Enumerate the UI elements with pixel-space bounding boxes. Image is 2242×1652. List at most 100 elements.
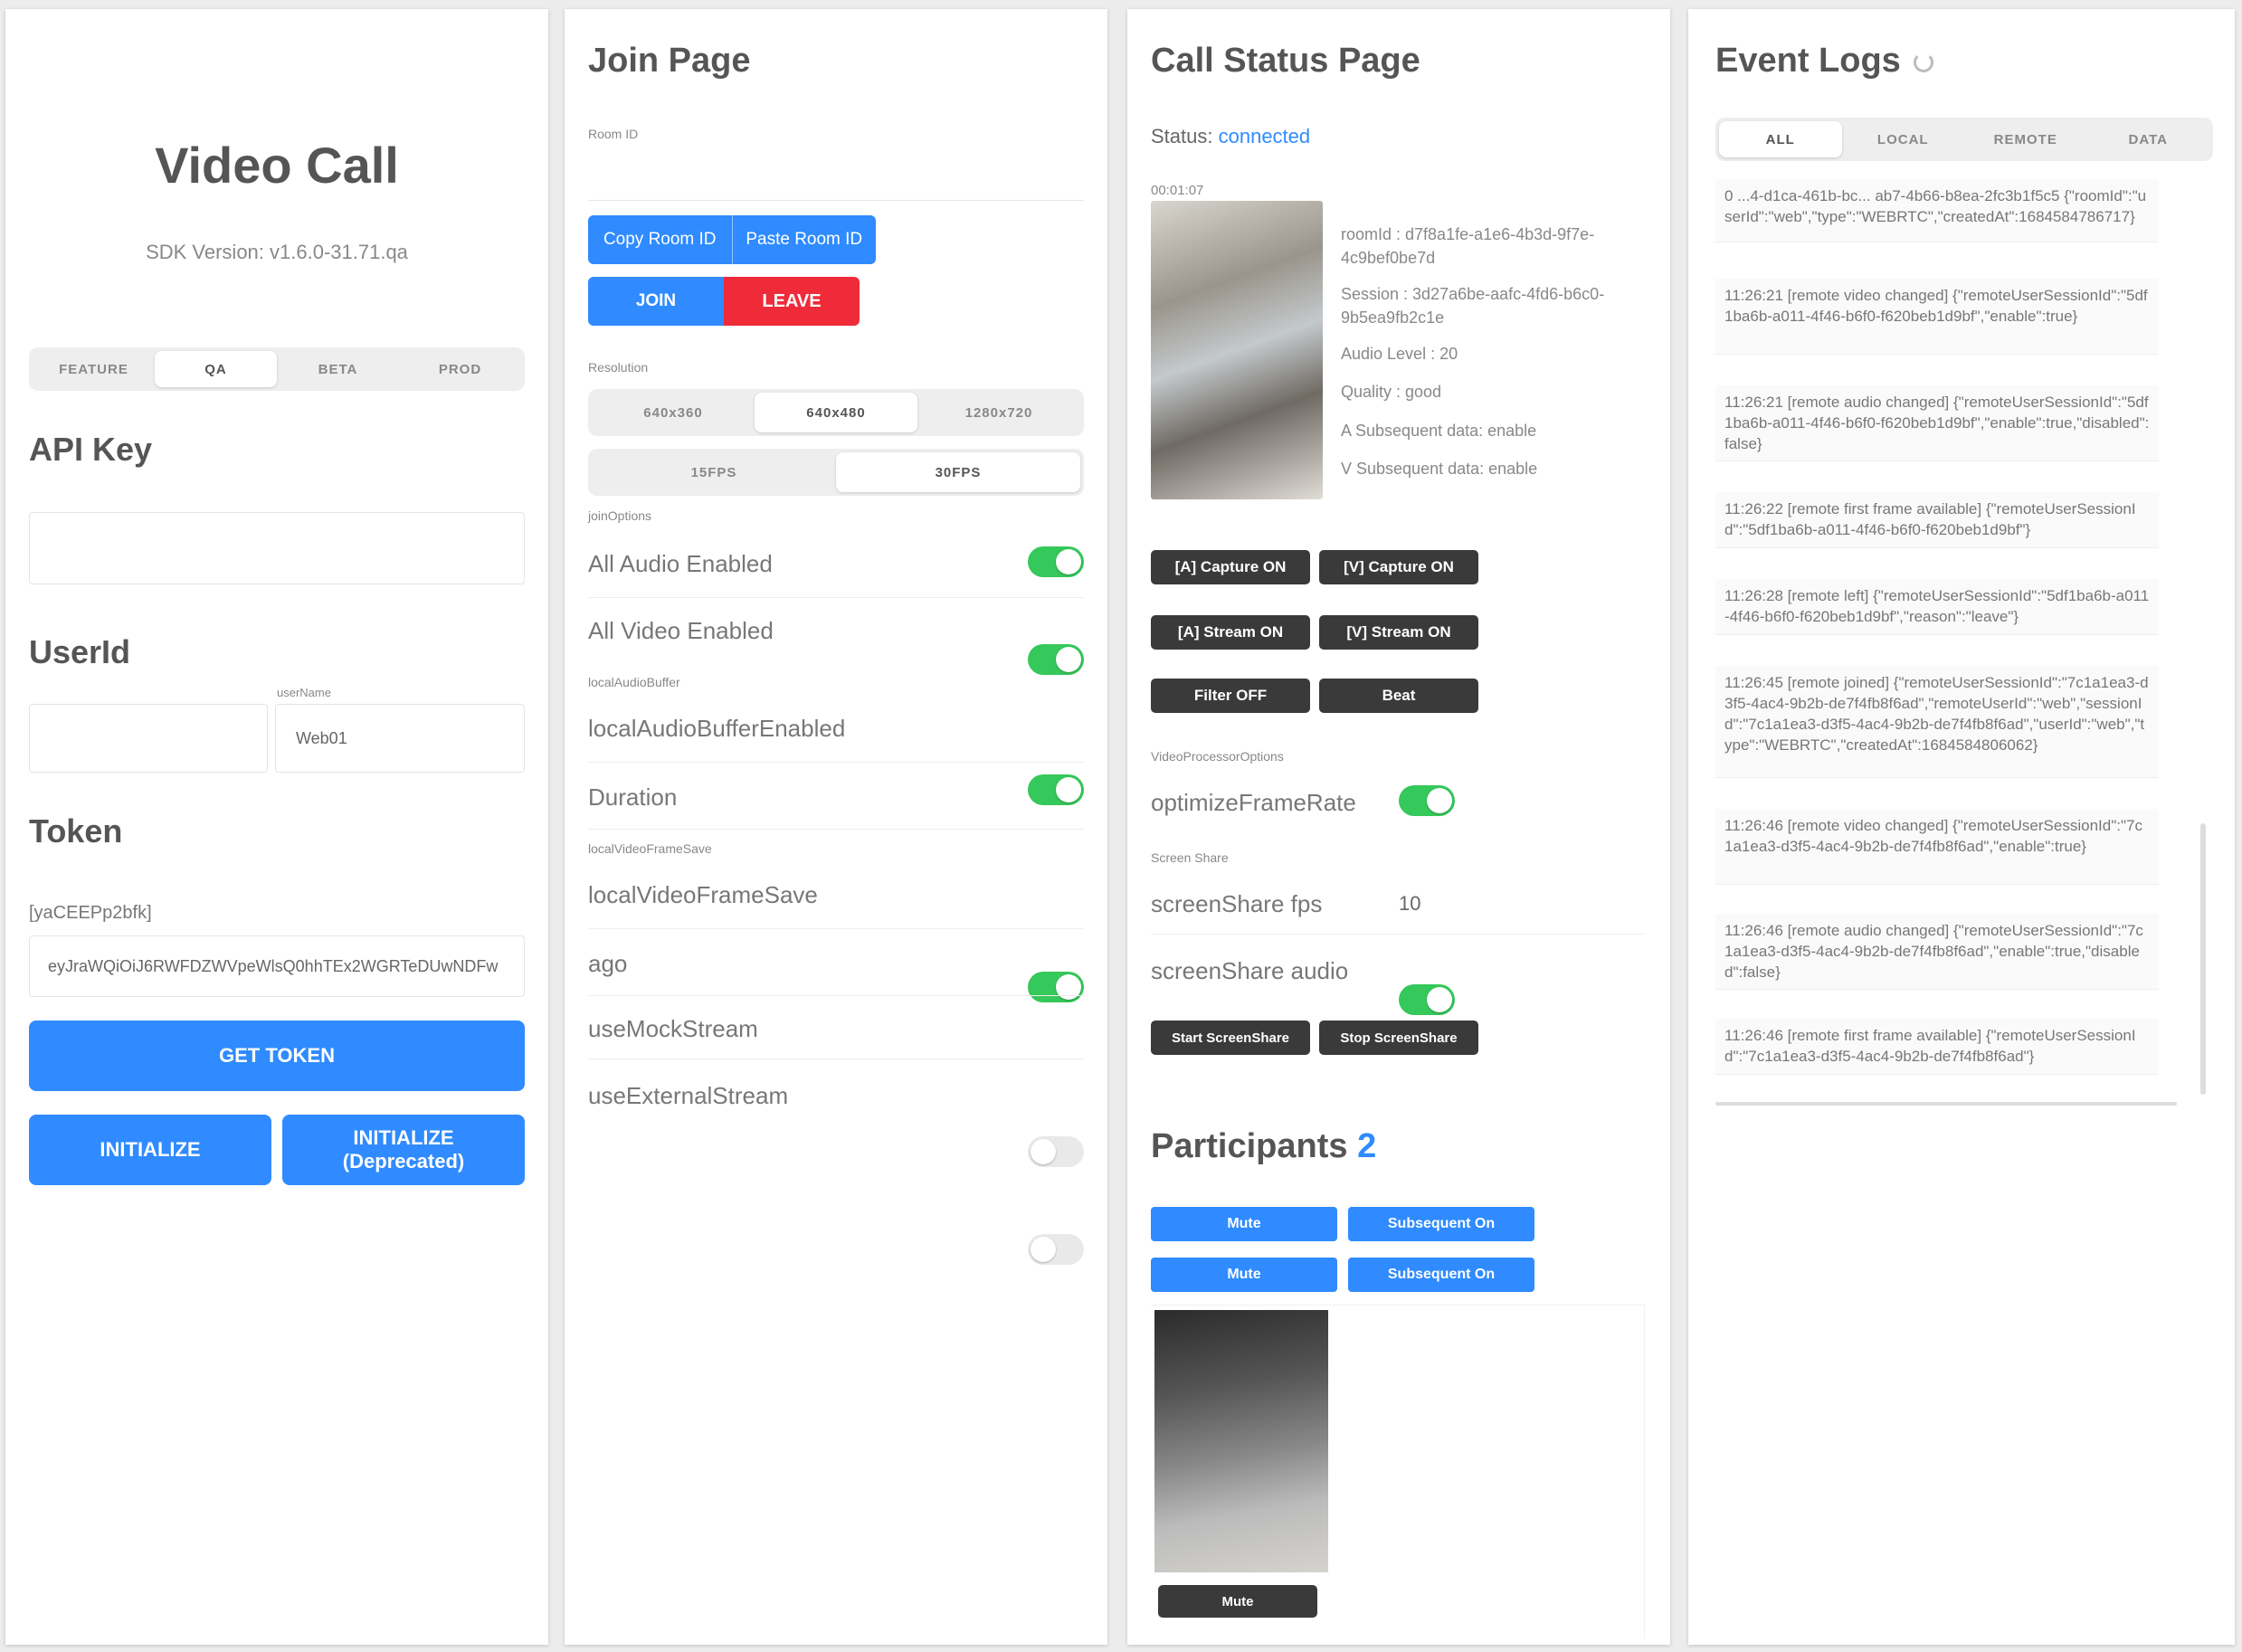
ago-label: ago xyxy=(588,950,628,977)
screen-share-fps-label: screenShare fps xyxy=(1151,890,1323,917)
all-video-toggle[interactable] xyxy=(1028,644,1084,675)
remote-mute-button[interactable]: Mute xyxy=(1158,1585,1317,1618)
participants-count: 2 xyxy=(1357,1127,1377,1165)
join-panel: Join Page Room ID Copy Room ID Paste Roo… xyxy=(565,9,1107,1645)
join-button[interactable]: JOIN xyxy=(588,277,724,326)
divider xyxy=(588,762,1084,763)
divider xyxy=(1151,934,1645,935)
env-tab-qa[interactable]: QA xyxy=(155,351,277,387)
all-audio-label: All Audio Enabled xyxy=(588,550,773,577)
duration-label: Duration xyxy=(588,783,678,811)
participant-1-subsequent-button[interactable]: Subsequent On xyxy=(1348,1207,1534,1241)
environment-tabs: FEATURE QA BETA PROD xyxy=(29,347,525,391)
info-quality: Quality : good xyxy=(1341,383,1442,402)
video-capture-button[interactable]: [V] Capture ON xyxy=(1319,550,1478,584)
copy-room-id-button[interactable]: Copy Room ID xyxy=(588,215,733,264)
log-entry: 11:26:28 [remote left] {"remoteUserSessi… xyxy=(1715,579,2159,635)
env-tab-prod[interactable]: PROD xyxy=(399,351,521,387)
log-list[interactable]: 0 ...4-d1ca-461b-bc... ab7-4b66-b8ea-2fc… xyxy=(1715,172,2195,1113)
info-video-subsequent: V Subsequent data: enable xyxy=(1341,459,1538,478)
info-audio-subsequent: A Subsequent data: enable xyxy=(1341,421,1537,440)
filter-button[interactable]: Filter OFF xyxy=(1151,679,1310,713)
log-entry: 11:26:21 [remote audio changed] {"remote… xyxy=(1715,385,2159,461)
local-video-frame-label: localVideoFrameSave xyxy=(588,881,818,908)
log-horizontal-scrollbar[interactable] xyxy=(1715,1102,2177,1106)
log-entry: 11:26:22 [remote first frame available] … xyxy=(1715,492,2159,548)
optimize-frame-rate-toggle[interactable] xyxy=(1399,785,1455,816)
log-tab-all[interactable]: ALL xyxy=(1719,121,1842,157)
duration-input-line[interactable] xyxy=(588,829,1084,830)
initialize-button[interactable]: INITIALIZE xyxy=(29,1115,271,1185)
resolution-640x360[interactable]: 640x360 xyxy=(592,393,755,432)
api-key-input[interactable] xyxy=(29,512,525,584)
all-audio-toggle[interactable] xyxy=(1028,546,1084,577)
video-stream-button[interactable]: [V] Stream ON xyxy=(1319,615,1478,650)
external-stream-toggle[interactable] xyxy=(1028,1234,1084,1265)
all-video-label: All Video Enabled xyxy=(588,617,774,644)
event-logs-panel: Event Logs ALL LOCAL REMOTE DATA 0 ...4-… xyxy=(1688,9,2235,1645)
local-audio-buffer-toggle[interactable] xyxy=(1028,774,1084,805)
local-video-preview xyxy=(1151,201,1323,499)
audio-stream-button[interactable]: [A] Stream ON xyxy=(1151,615,1310,650)
external-stream-label: useExternalStream xyxy=(588,1082,789,1109)
mock-stream-toggle[interactable] xyxy=(1028,1136,1084,1167)
log-entry: 11:26:46 [remote video changed] {"remote… xyxy=(1715,809,2159,885)
divider xyxy=(588,597,1084,598)
log-entry: 11:26:46 [remote first frame available] … xyxy=(1715,1019,2159,1075)
resolution-640x480[interactable]: 640x480 xyxy=(755,393,917,432)
userid-input[interactable] xyxy=(29,704,268,773)
ago-input-line[interactable] xyxy=(588,995,1084,996)
call-info: roomId : d7f8a1fe-a1e6-4b3d-9f7e-4c9bef0… xyxy=(1341,223,1630,480)
get-token-button[interactable]: GET TOKEN xyxy=(29,1021,525,1091)
leave-button[interactable]: LEAVE xyxy=(724,277,860,326)
initialize-deprecated-button[interactable]: INITIALIZE (Deprecated) xyxy=(282,1115,525,1185)
app-title: Video Call xyxy=(155,137,399,194)
local-audio-buffer-label: localAudioBufferEnabled xyxy=(588,715,846,742)
status-prefix: Status: xyxy=(1151,125,1213,147)
fps-30[interactable]: 30FPS xyxy=(836,452,1080,492)
start-screenshare-button[interactable]: Start ScreenShare xyxy=(1151,1021,1310,1055)
remote-video-preview xyxy=(1154,1310,1328,1572)
resolution-1280x720[interactable]: 1280x720 xyxy=(917,393,1080,432)
paste-room-id-button[interactable]: Paste Room ID xyxy=(733,215,877,264)
local-video-frame-toggle[interactable] xyxy=(1028,972,1084,1002)
participant-2-mute-button[interactable]: Mute xyxy=(1151,1258,1337,1292)
divider xyxy=(588,928,1084,929)
audio-capture-button[interactable]: [A] Capture ON xyxy=(1151,550,1310,584)
home-panel: Video Call SDK Version: v1.6.0-31.71.qa … xyxy=(5,9,548,1645)
call-status-title: Call Status Page xyxy=(1151,42,1420,80)
participants-label: Participants xyxy=(1151,1127,1348,1165)
log-vertical-scrollbar[interactable] xyxy=(2200,823,2206,1095)
refresh-icon[interactable] xyxy=(1913,52,1933,72)
screen-share-fps-value[interactable]: 10 xyxy=(1399,892,1420,916)
participants-heading: Participants 2 xyxy=(1151,1127,1376,1166)
screen-share-audio-toggle[interactable] xyxy=(1399,984,1455,1015)
token-input[interactable]: eyJraWQiOiJ6RWFDZWVpeWlsQ0hhTEx2WGRTeDUw… xyxy=(29,935,525,997)
video-processor-caption: VideoProcessorOptions xyxy=(1151,749,1284,764)
room-id-input[interactable] xyxy=(588,152,1084,201)
join-options-caption: joinOptions xyxy=(588,508,652,523)
local-audio-buffer-caption: localAudioBuffer xyxy=(588,675,680,689)
env-tab-feature[interactable]: FEATURE xyxy=(33,351,155,387)
userid-label: UserId xyxy=(29,633,131,670)
fps-15[interactable]: 15FPS xyxy=(592,452,836,492)
env-tab-beta[interactable]: BETA xyxy=(277,351,399,387)
log-entry: 11:26:45 [remote joined] {"remoteUserSes… xyxy=(1715,666,2159,778)
call-status-panel: Call Status Page Status: connected 00:01… xyxy=(1127,9,1670,1645)
beat-button[interactable]: Beat xyxy=(1319,679,1478,713)
log-tab-local[interactable]: LOCAL xyxy=(1842,121,1965,157)
participant-2-subsequent-button[interactable]: Subsequent On xyxy=(1348,1258,1534,1292)
log-filter-tabs: ALL LOCAL REMOTE DATA xyxy=(1715,118,2213,161)
stop-screenshare-button[interactable]: Stop ScreenShare xyxy=(1319,1021,1478,1055)
resolution-selector: 640x360 640x480 1280x720 xyxy=(588,389,1084,436)
room-id-label: Room ID xyxy=(588,127,639,141)
info-session: Session : 3d27a6be-aafc-4fd6-b6c0-9b5ea9… xyxy=(1341,285,1605,328)
log-tab-remote[interactable]: REMOTE xyxy=(1964,121,2087,157)
status-value: connected xyxy=(1218,125,1311,147)
username-input[interactable]: Web01 xyxy=(275,704,525,773)
log-tab-data[interactable]: DATA xyxy=(2087,121,2210,157)
participant-1-mute-button[interactable]: Mute xyxy=(1151,1207,1337,1241)
info-audio-level: Audio Level : 20 xyxy=(1341,345,1458,364)
log-entry: 11:26:46 [remote audio changed] {"remote… xyxy=(1715,914,2159,990)
info-room-id: roomId : d7f8a1fe-a1e6-4b3d-9f7e-4c9bef0… xyxy=(1341,225,1595,268)
